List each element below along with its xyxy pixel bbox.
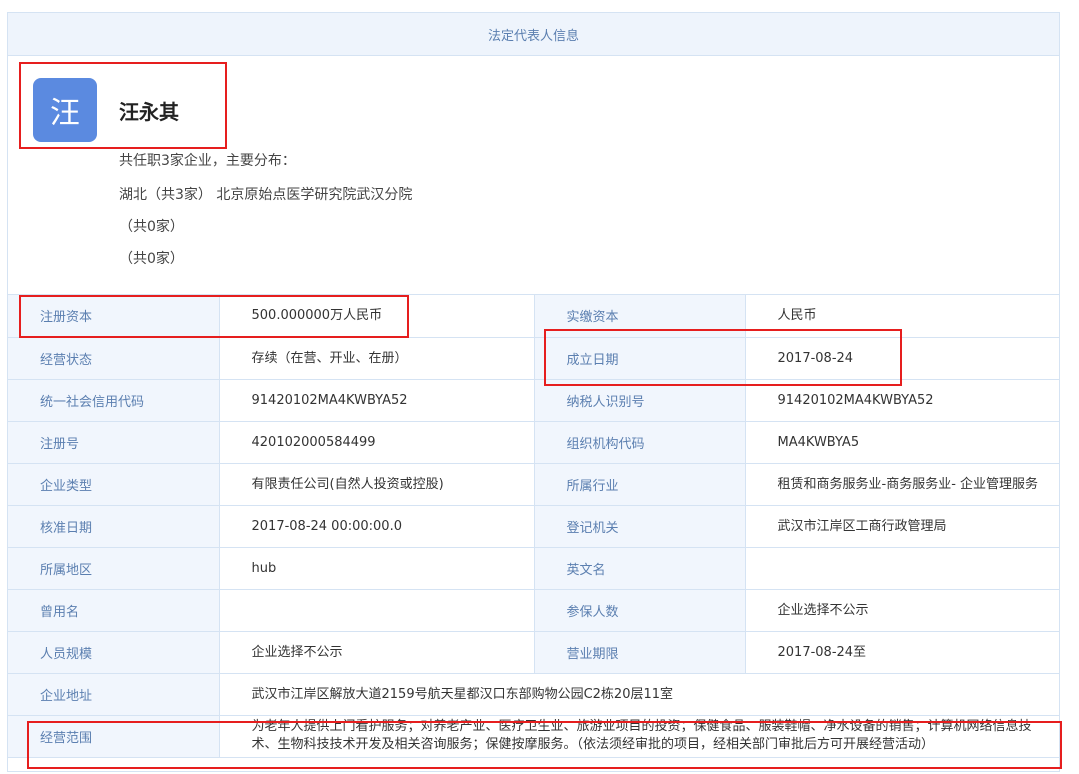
panel-title: 法定代表人信息 bbox=[8, 13, 1059, 56]
label-approval-date: 核准日期 bbox=[8, 504, 220, 548]
region-line-hubei[interactable]: 湖北（共3家） 北京原始点医学研究院武汉分院 bbox=[119, 184, 412, 204]
label-org-code: 组织机构代码 bbox=[533, 420, 746, 464]
value-approval-date: 2017-08-24 00:00:00.0 bbox=[218, 504, 535, 548]
table-row: 企业地址 武汉市江岸区解放大道2159号航天星都汉口东部购物公园C2栋20层11… bbox=[8, 672, 1059, 716]
table-row: 统一社会信用代码 91420102MA4KWBYA52 纳税人识别号 91420… bbox=[8, 378, 1059, 422]
region-line-3: （共0家） bbox=[119, 251, 184, 267]
table-row: 所属地区 hub 英文名 bbox=[8, 546, 1059, 590]
representative-profile: 汪 汪永其 共任职3家企业，主要分布： 湖北（共3家） 北京原始点医学研究院武汉… bbox=[8, 56, 1059, 295]
label-taxpayer-id: 纳税人识别号 bbox=[533, 378, 746, 422]
value-business-status: 存续（在营、开业、在册） bbox=[218, 336, 535, 380]
value-address: 武汉市江岸区解放大道2159号航天星都汉口东部购物公园C2栋20层11室 bbox=[218, 672, 1059, 716]
label-business-term: 营业期限 bbox=[533, 630, 746, 674]
label-region: 所属地区 bbox=[8, 546, 220, 590]
table-row: 经营范围 为老年人提供上门看护服务；对养老产业、医疗卫生业、旅游业项目的投资；保… bbox=[8, 714, 1059, 758]
label-registration-number: 注册号 bbox=[8, 420, 220, 464]
avatar: 汪 bbox=[33, 78, 97, 142]
value-registration-number: 420102000584499 bbox=[218, 420, 535, 464]
table-row: 人员规模 企业选择不公示 营业期限 2017-08-24至 bbox=[8, 630, 1059, 674]
value-former-name bbox=[218, 588, 535, 632]
label-registered-capital: 注册资本 bbox=[8, 295, 220, 338]
positions-summary: 共任职3家企业，主要分布： bbox=[119, 153, 296, 169]
legal-representative-panel: 法定代表人信息 汪 汪永其 共任职3家企业，主要分布： 湖北（共3家） 北京原始… bbox=[7, 12, 1060, 772]
value-english-name bbox=[744, 546, 1059, 590]
label-credit-code: 统一社会信用代码 bbox=[8, 378, 220, 422]
table-row: 企业类型 有限责任公司(自然人投资或控股) 所属行业 租赁和商务服务业-商务服务… bbox=[8, 462, 1059, 506]
value-staff-size: 企业选择不公示 bbox=[218, 630, 535, 674]
table-row: 曾用名 参保人数 企业选择不公示 bbox=[8, 588, 1059, 632]
value-registration-authority: 武汉市江岸区工商行政管理局 bbox=[744, 504, 1059, 548]
value-insured-count: 企业选择不公示 bbox=[744, 588, 1059, 632]
value-org-code: MA4KWBYA5 bbox=[744, 420, 1059, 464]
value-establish-date: 2017-08-24 bbox=[744, 336, 1059, 380]
value-company-type: 有限责任公司(自然人投资或控股) bbox=[218, 462, 535, 506]
label-paid-capital: 实缴资本 bbox=[533, 295, 746, 338]
company-info-table: 注册资本 500.000000万人民币 实缴资本 人民币 经营状态 存续（在营、… bbox=[8, 295, 1059, 758]
value-paid-capital: 人民币 bbox=[744, 295, 1059, 338]
label-staff-size: 人员规模 bbox=[8, 630, 220, 674]
table-row: 注册资本 500.000000万人民币 实缴资本 人民币 bbox=[8, 295, 1059, 338]
label-industry: 所属行业 bbox=[533, 462, 746, 506]
label-company-type: 企业类型 bbox=[8, 462, 220, 506]
label-business-status: 经营状态 bbox=[8, 336, 220, 380]
value-credit-code: 91420102MA4KWBYA52 bbox=[218, 378, 535, 422]
value-region: hub bbox=[218, 546, 535, 590]
table-row: 经营状态 存续（在营、开业、在册） 成立日期 2017-08-24 bbox=[8, 336, 1059, 380]
value-business-scope: 为老年人提供上门看护服务；对养老产业、医疗卫生业、旅游业项目的投资；保健食品、服… bbox=[218, 714, 1059, 758]
label-english-name: 英文名 bbox=[533, 546, 746, 590]
representative-name[interactable]: 汪永其 bbox=[119, 96, 179, 125]
label-business-scope: 经营范围 bbox=[8, 714, 220, 758]
value-taxpayer-id: 91420102MA4KWBYA52 bbox=[744, 378, 1059, 422]
label-registration-authority: 登记机关 bbox=[533, 504, 746, 548]
table-row: 核准日期 2017-08-24 00:00:00.0 登记机关 武汉市江岸区工商… bbox=[8, 504, 1059, 548]
label-insured-count: 参保人数 bbox=[533, 588, 746, 632]
value-registered-capital: 500.000000万人民币 bbox=[218, 295, 535, 338]
region-line-2: （共0家） bbox=[119, 219, 184, 235]
label-establish-date: 成立日期 bbox=[533, 336, 746, 380]
value-industry: 租赁和商务服务业-商务服务业- 企业管理服务 bbox=[744, 462, 1059, 506]
table-row: 注册号 420102000584499 组织机构代码 MA4KWBYA5 bbox=[8, 420, 1059, 464]
label-address: 企业地址 bbox=[8, 672, 220, 716]
label-former-name: 曾用名 bbox=[8, 588, 220, 632]
value-business-term: 2017-08-24至 bbox=[744, 630, 1059, 674]
